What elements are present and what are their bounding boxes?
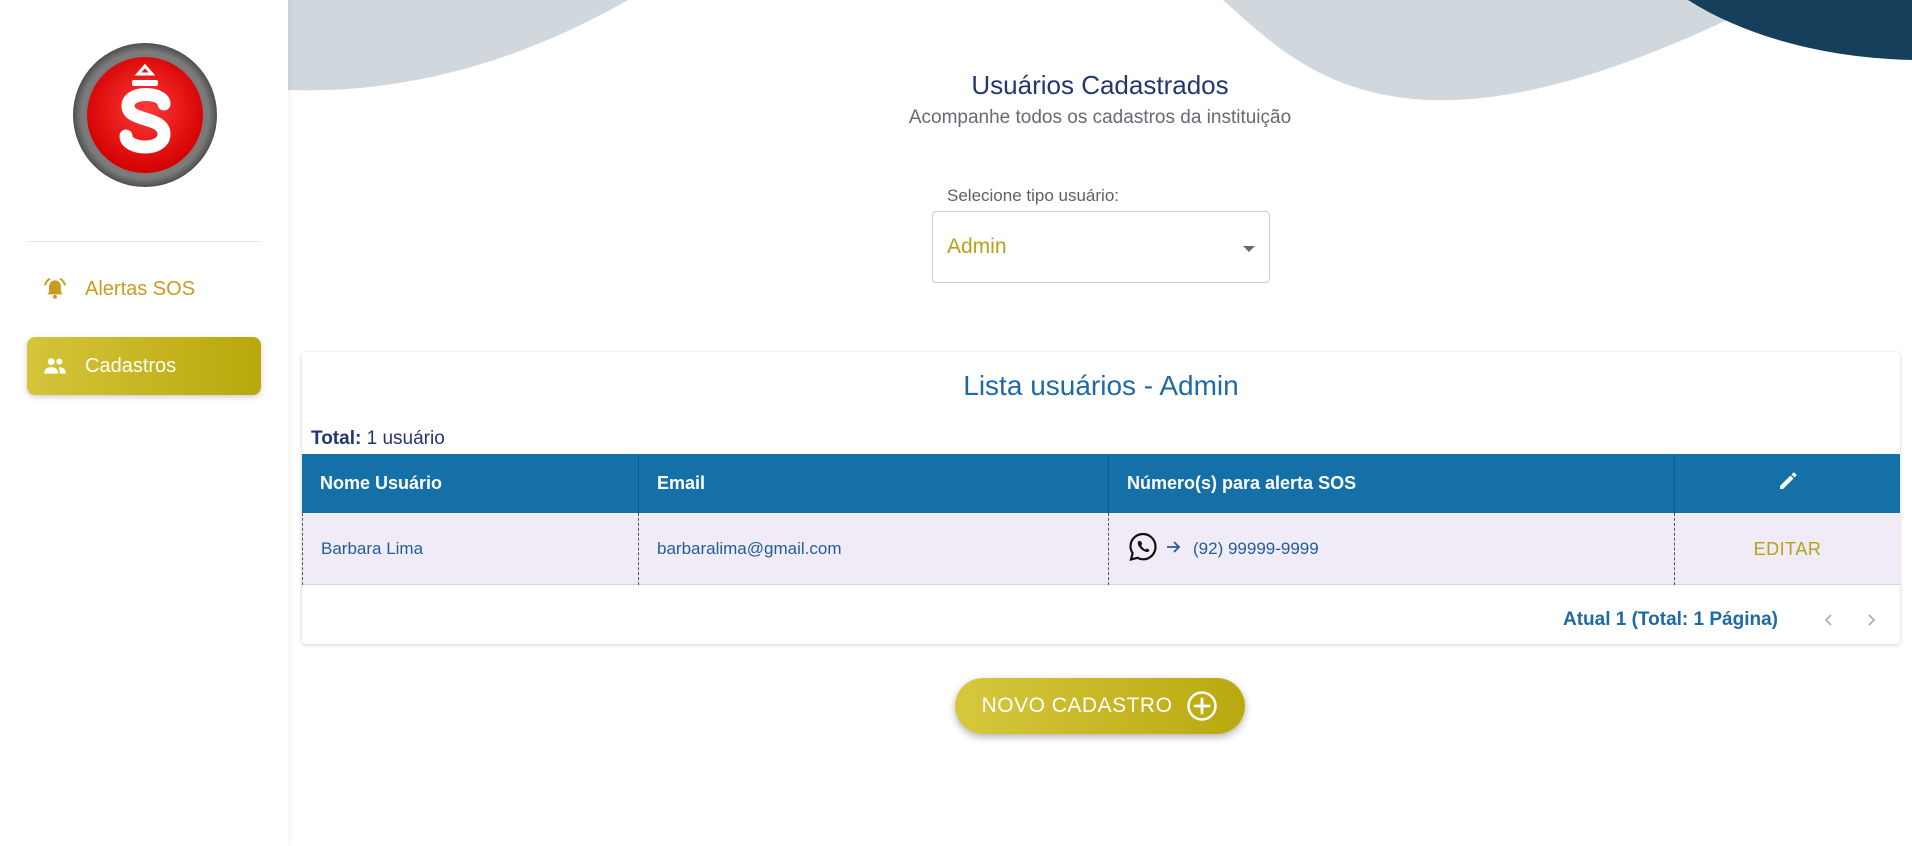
cell-edit-action: EDITAR [1675,513,1900,585]
page-subtitle: Acompanhe todos os cadastros da institui… [908,107,1292,128]
alarm-bell-icon [41,275,69,303]
cell-user-email: barbaralima@gmail.com [639,513,1109,585]
table-row: Barbara Lima barbaralima@gmail.com (92) … [302,513,1900,585]
sos-logo [72,42,218,188]
chevron-right-icon[interactable] [1858,607,1884,633]
total-count: Total: 1 usuário [311,428,445,450]
page-title: Usuários Cadastrados [971,70,1229,100]
sidebar-item-cadastros[interactable]: Cadastros [27,337,261,395]
main-content: Usuários Cadastrados Acompanhe todos os … [288,0,1912,846]
chevron-left-icon[interactable] [1816,607,1842,633]
chevron-down-icon [1243,246,1255,252]
total-value: 1 usuário [366,428,445,449]
phone-number: (92) 99999-9999 [1193,539,1319,558]
column-header-edit [1675,454,1900,513]
arrow-right-icon [1165,538,1183,561]
pencil-icon [1776,469,1800,498]
table-header: Nome Usuário Email Número(s) para alerta… [302,454,1900,513]
sidebar-item-label: Alertas SOS [85,277,196,300]
column-header-phones[interactable]: Número(s) para alerta SOS [1109,454,1675,513]
app-root: Alertas SOS Cadastros Usuários Cadastrad… [0,0,1912,846]
sidebar: Alertas SOS Cadastros [0,0,288,846]
sidebar-item-alertas-sos[interactable]: Alertas SOS [27,260,261,318]
list-title: Lista usuários - Admin [963,370,1239,401]
total-label: Total: [311,428,362,449]
users-list-card: Lista usuários - Admin Total: 1 usuário … [302,352,1900,644]
column-header-name[interactable]: Nome Usuário [302,454,639,513]
plus-circle-icon [1186,690,1218,722]
user-type-select[interactable]: Admin [932,211,1270,283]
cell-sos-phones: (92) 99999-9999 [1109,513,1675,585]
user-type-label: Selecione tipo usuário: [947,186,1120,205]
new-registration-button[interactable]: NOVO CADASTRO [955,678,1245,734]
cell-user-name: Barbara Lima [302,513,639,585]
edit-user-button[interactable]: EDITAR [1754,539,1822,560]
whatsapp-icon [1127,531,1159,568]
user-type-selected-value: Admin [947,235,1007,258]
pagination-text: Atual 1 (Total: 1 Página) [1562,609,1778,630]
header-wave-decoration [288,0,1912,101]
pagination: Atual 1 (Total: 1 Página) [1563,607,1900,633]
users-table: Nome Usuário Email Número(s) para alerta… [302,454,1900,585]
column-header-email[interactable]: Email [639,454,1109,513]
sidebar-divider [27,241,261,242]
users-group-icon [41,352,69,380]
phone-entry: (92) 99999-9999 [1127,531,1319,568]
new-registration-label: NOVO CADASTRO [981,694,1173,717]
sidebar-item-label: Cadastros [85,354,177,377]
